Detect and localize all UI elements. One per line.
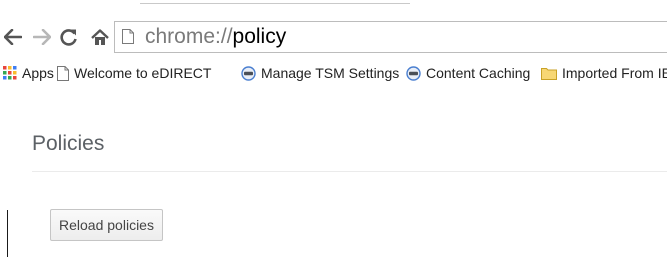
bookmark-label: Imported From IE <box>562 65 667 81</box>
bookmark-welcome-edirect[interactable]: Welcome to eDIRECT <box>57 63 211 83</box>
globe-icon <box>241 65 256 81</box>
bookmark-content-caching[interactable]: Content Caching <box>406 63 530 83</box>
tab-strip-edge <box>140 0 410 4</box>
home-icon[interactable] <box>89 26 111 48</box>
forward-arrow-icon[interactable] <box>31 26 53 48</box>
bookmark-apps[interactable]: Apps <box>3 63 54 83</box>
page-title: Policies <box>32 132 105 155</box>
bookmark-label: Apps <box>22 65 54 81</box>
bookmark-imported-from-ie[interactable]: Imported From IE <box>541 63 667 83</box>
bookmark-label: Welcome to eDIRECT <box>74 65 212 81</box>
url-path: policy <box>232 25 287 48</box>
browser-toolbar: chrome://policy <box>0 15 667 59</box>
window-edge <box>7 210 8 257</box>
bookmark-label: Content Caching <box>426 65 531 81</box>
bookmarks-bar: Apps Welcome to eDIRECT Manage TSM Setti… <box>0 60 667 86</box>
apps-grid-icon <box>3 66 17 80</box>
title-divider <box>32 171 667 172</box>
folder-icon <box>541 68 557 80</box>
policy-page: Policies Reload policies <box>0 91 667 257</box>
url-scheme: chrome:// <box>145 25 233 48</box>
address-bar[interactable]: chrome://policy <box>114 21 667 53</box>
bookmark-label: Manage TSM Settings <box>261 65 400 81</box>
bookmark-manage-tsm[interactable]: Manage TSM Settings <box>241 63 399 83</box>
browser-chrome: chrome://policy Apps Welcome to eDIRECT <box>0 0 667 95</box>
back-arrow-icon[interactable] <box>2 26 24 48</box>
reload-policies-button[interactable]: Reload policies <box>50 209 163 241</box>
page-icon <box>57 65 69 81</box>
reload-icon[interactable] <box>58 26 80 48</box>
address-bar-text: chrome://policy <box>145 25 286 49</box>
page-icon <box>122 29 134 44</box>
globe-icon <box>406 65 421 81</box>
